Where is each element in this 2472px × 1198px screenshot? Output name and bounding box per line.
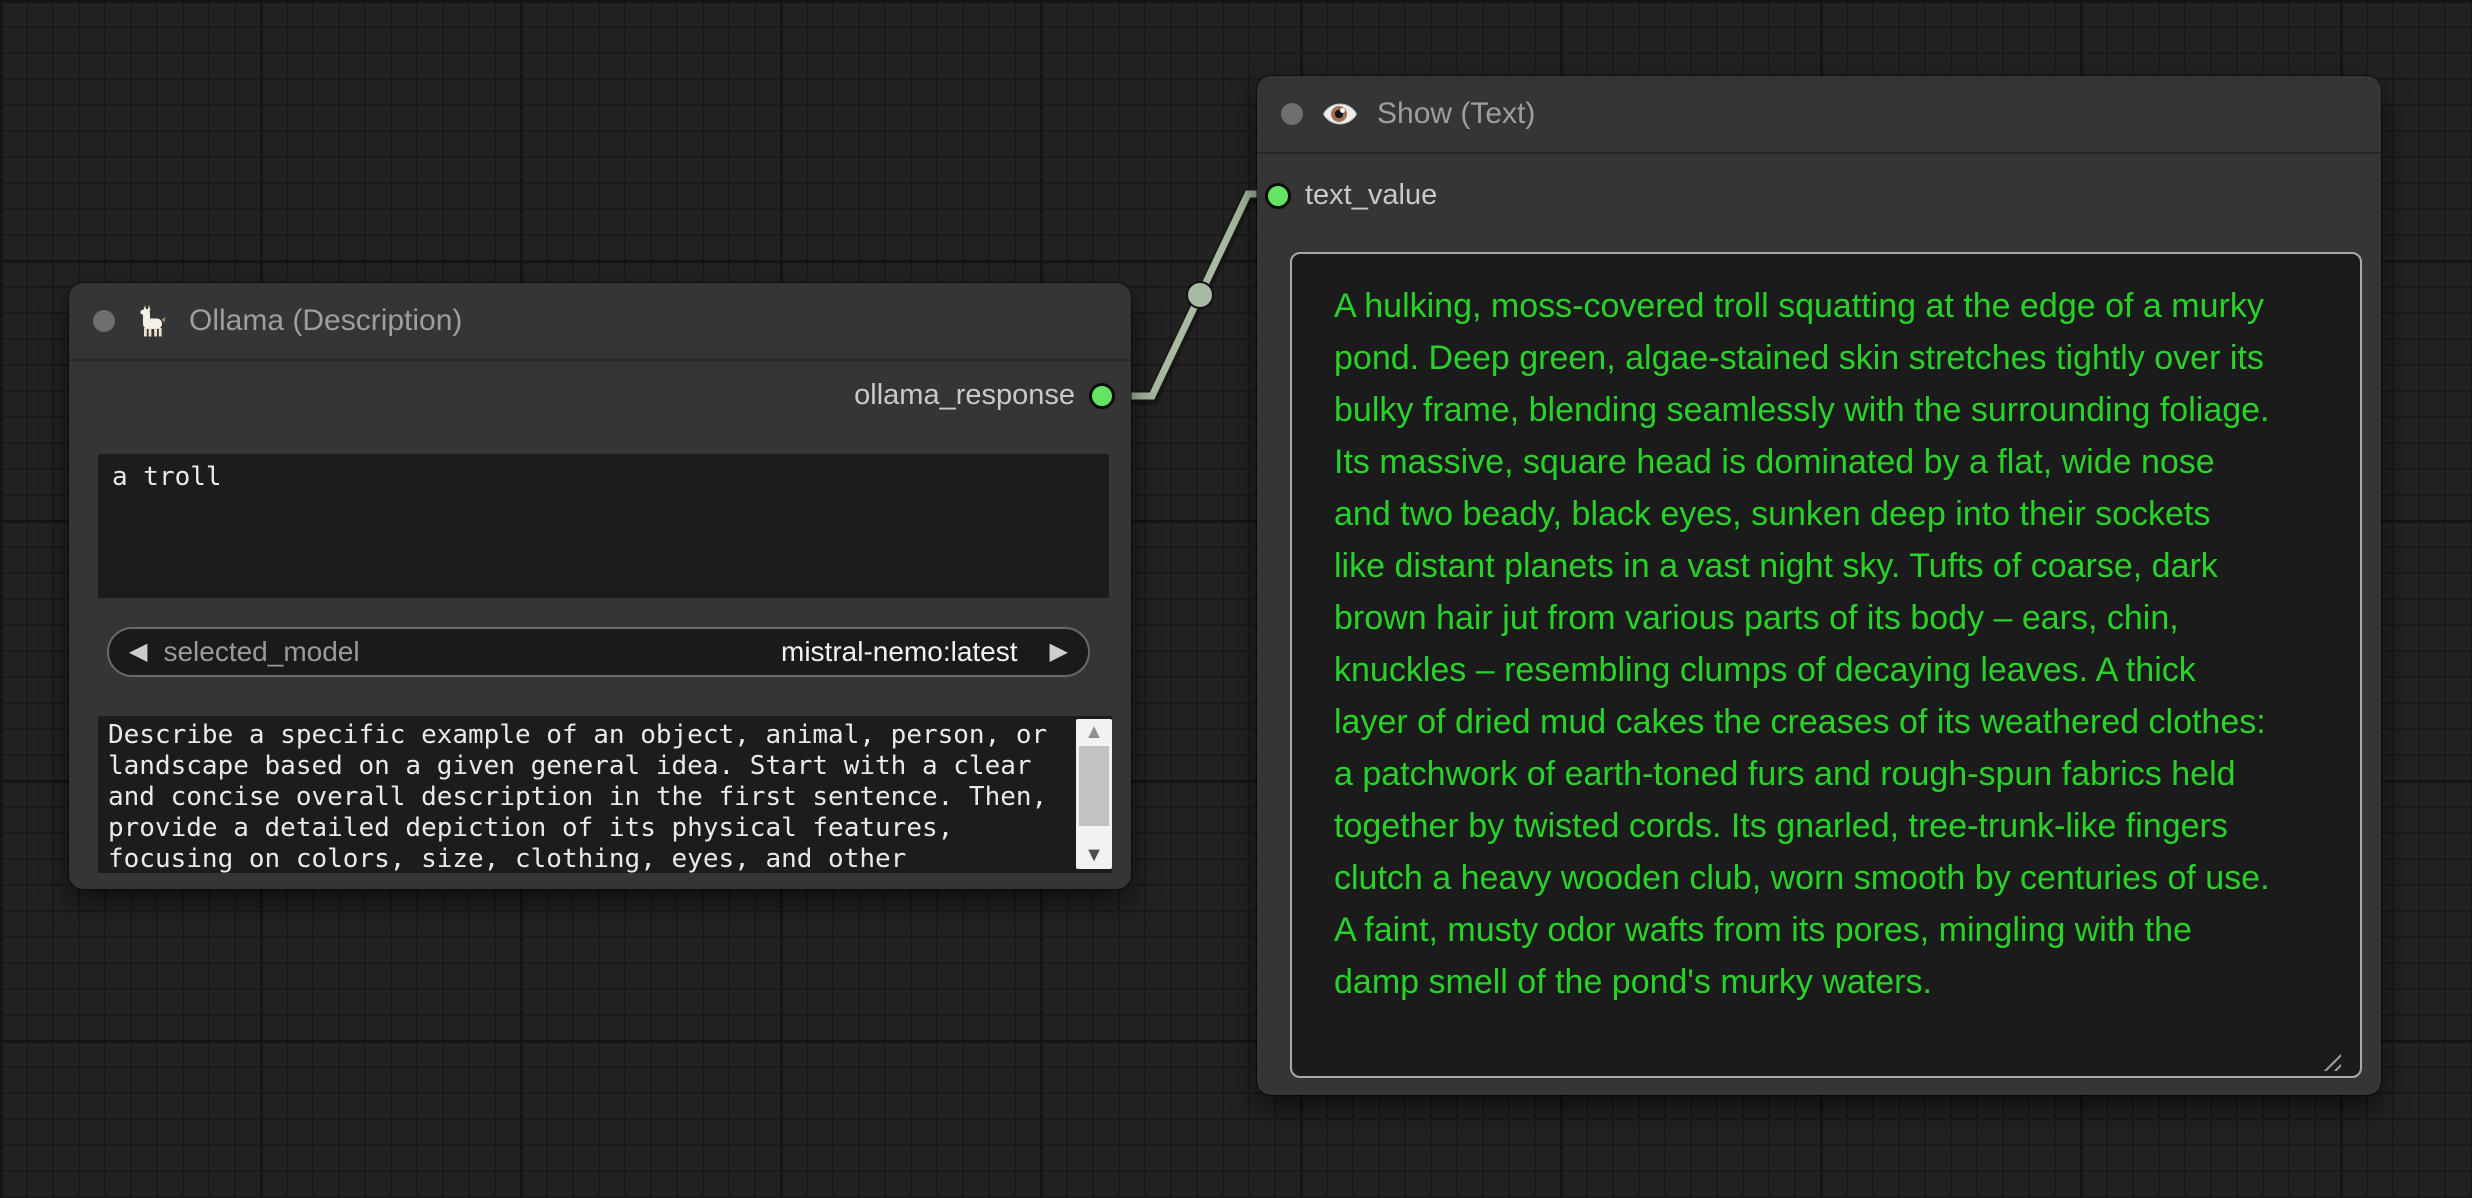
input-slot-label: text_value [1305,179,1438,211]
prompt-text-input[interactable]: a troll [98,454,1109,598]
input-slot-dot[interactable] [1265,182,1291,209]
ollama-node-title: Ollama (Description) [189,304,463,337]
system-prompt-scrollbar[interactable]: ▲ ▼ [1076,719,1112,869]
combo-value: mistral-nemo:latest [781,636,1018,667]
system-prompt-field[interactable]: Describe a specific example of an object… [98,716,1112,873]
system-prompt-text[interactable]: Describe a specific example of an object… [98,716,1076,873]
link-midpoint-dot[interactable] [1186,281,1214,309]
combo-label: selected_model [163,636,360,667]
show-node-title: Show (Text) [1377,97,1536,130]
collapse-toggle-dot[interactable] [93,310,115,332]
scroll-down-icon[interactable]: ▼ [1076,844,1112,867]
llama-icon [133,302,171,340]
show-text-node[interactable]: Show (Text) text_value A hulking, moss-c… [1257,76,2381,1095]
eye-icon [1321,95,1359,133]
scrollbar-thumb[interactable] [1079,746,1109,826]
show-node-header[interactable]: Show (Text) [1257,76,2381,154]
ollama-node-header[interactable]: Ollama (Description) [69,283,1131,361]
node-graph-canvas[interactable]: Ollama (Description) ollama_response a t… [0,0,2472,1198]
scroll-up-icon[interactable]: ▲ [1076,721,1112,744]
input-slot-row: text_value [1265,179,1437,212]
collapse-toggle-dot[interactable] [1281,103,1303,125]
text-output-display[interactable]: A hulking, moss-covered troll squatting … [1290,252,2362,1078]
output-slot-label: ollama_response [854,379,1075,411]
combo-prev-arrow-icon[interactable]: ◀ [129,640,147,664]
output-slot-dot[interactable] [1089,382,1115,409]
ollama-description-node[interactable]: Ollama (Description) ollama_response a t… [69,283,1131,889]
selected-model-combo[interactable]: ◀ selected_model mistral-nemo:latest ▶ [107,627,1090,677]
combo-next-arrow-icon[interactable]: ▶ [1050,640,1068,664]
output-slot-row: ollama_response [854,379,1115,412]
